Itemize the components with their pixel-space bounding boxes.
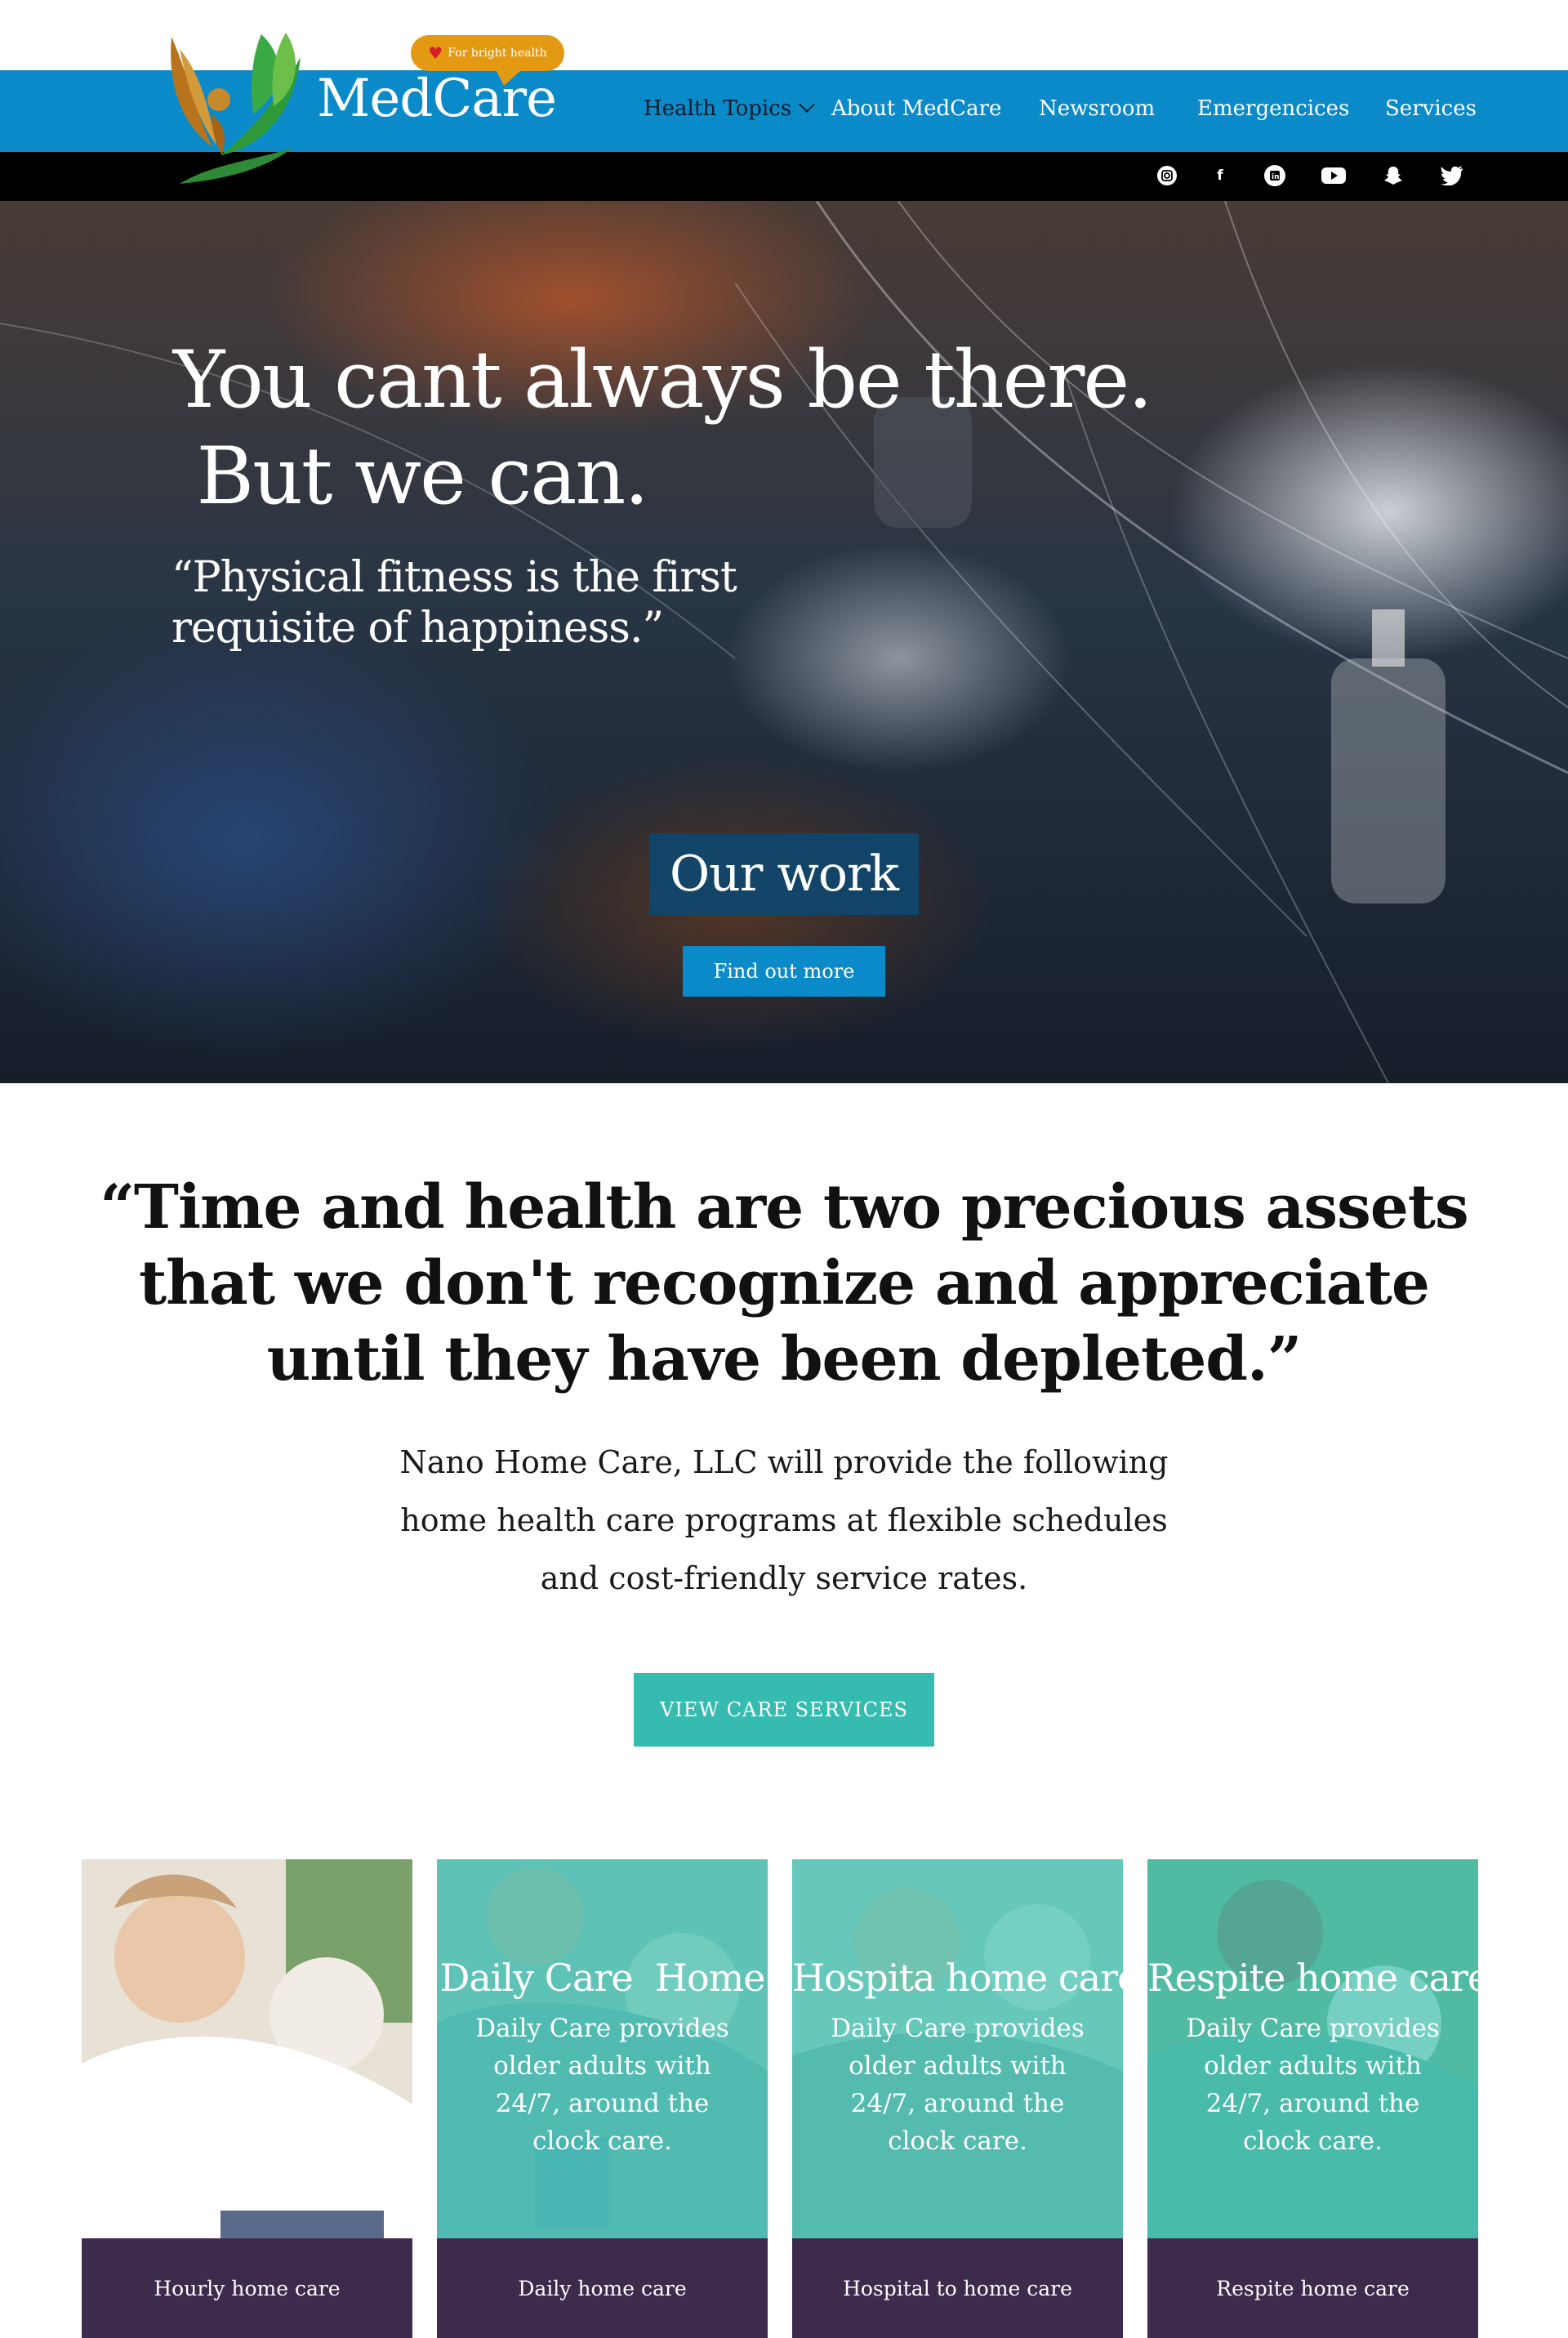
card-footer[interactable]: Hospital to home care [792,2238,1123,2338]
card-description: Daily Care provides older adults with 24… [475,2014,729,2156]
view-care-services-button[interactable]: VIEW CARE SERVICES [634,1673,934,1747]
logo-icon[interactable] [163,25,310,184]
card-description: Daily Care provides older adults with 24… [831,2014,1085,2156]
card-title: Daily Care Home [439,1956,765,2000]
featured-quote: “Time and health are two precious assets… [100,1172,1468,1394]
our-work-label: Our work [649,833,919,915]
card-footer[interactable]: Hourly home care [82,2238,412,2338]
card-title: Hospita home care [792,1956,1123,2000]
nav-health-topics[interactable]: Health Topics [644,96,816,121]
heart-pulse-icon: ♥ [428,43,443,63]
nav-health-topics-label: Health Topics [644,96,792,121]
card-footer[interactable]: Daily home care [437,2238,768,2338]
nav-services[interactable]: Services [1385,96,1477,121]
card-daily-home-care[interactable]: Daily Care Home Daily Care provides olde… [437,1859,768,2338]
intro-text: Nano Home Care, LLC will provide the fol… [399,1444,1169,1596]
nav-about-medcare[interactable]: About MedCare [831,96,1001,121]
tagline-text: For bright health [448,47,547,60]
card-hourly-home-care[interactable]: Hourly home care [82,1859,412,2338]
card-footer[interactable]: Respite home care [1147,2238,1478,2338]
nav-newsroom[interactable]: Newsroom [1039,96,1155,121]
find-out-more-button[interactable]: Find out more [683,946,885,997]
linkedin-icon[interactable]: in [1263,163,1287,188]
tagline-badge: ♥ For bright health [411,35,564,86]
nav-emergencies[interactable]: Emergencices [1197,96,1349,121]
card-respite-home-care[interactable]: Respite home care Daily Care provides ol… [1147,1859,1478,2338]
youtube-icon[interactable] [1321,163,1346,188]
instagram-icon[interactable] [1155,163,1179,188]
hero-banner: You cant always be there. But we can. “P… [0,201,1568,1083]
hero-title: You cant always be there. But we can. [173,334,1153,522]
card-photo [82,1859,412,2238]
chevron-down-icon [799,96,816,113]
hero-quote: “Physical fitness is the first requisite… [172,553,737,653]
svg-text:in: in [1272,173,1280,181]
twitter-icon[interactable] [1440,163,1464,188]
card-description: Daily Care provides older adults with 24… [1186,2014,1440,2156]
card-hospital-home-care[interactable]: Hospita home care Daily Care provides ol… [792,1859,1123,2338]
card-title: Respite home care [1147,1956,1478,2000]
snapchat-icon[interactable] [1381,163,1405,188]
facebook-icon[interactable]: f [1208,163,1232,188]
